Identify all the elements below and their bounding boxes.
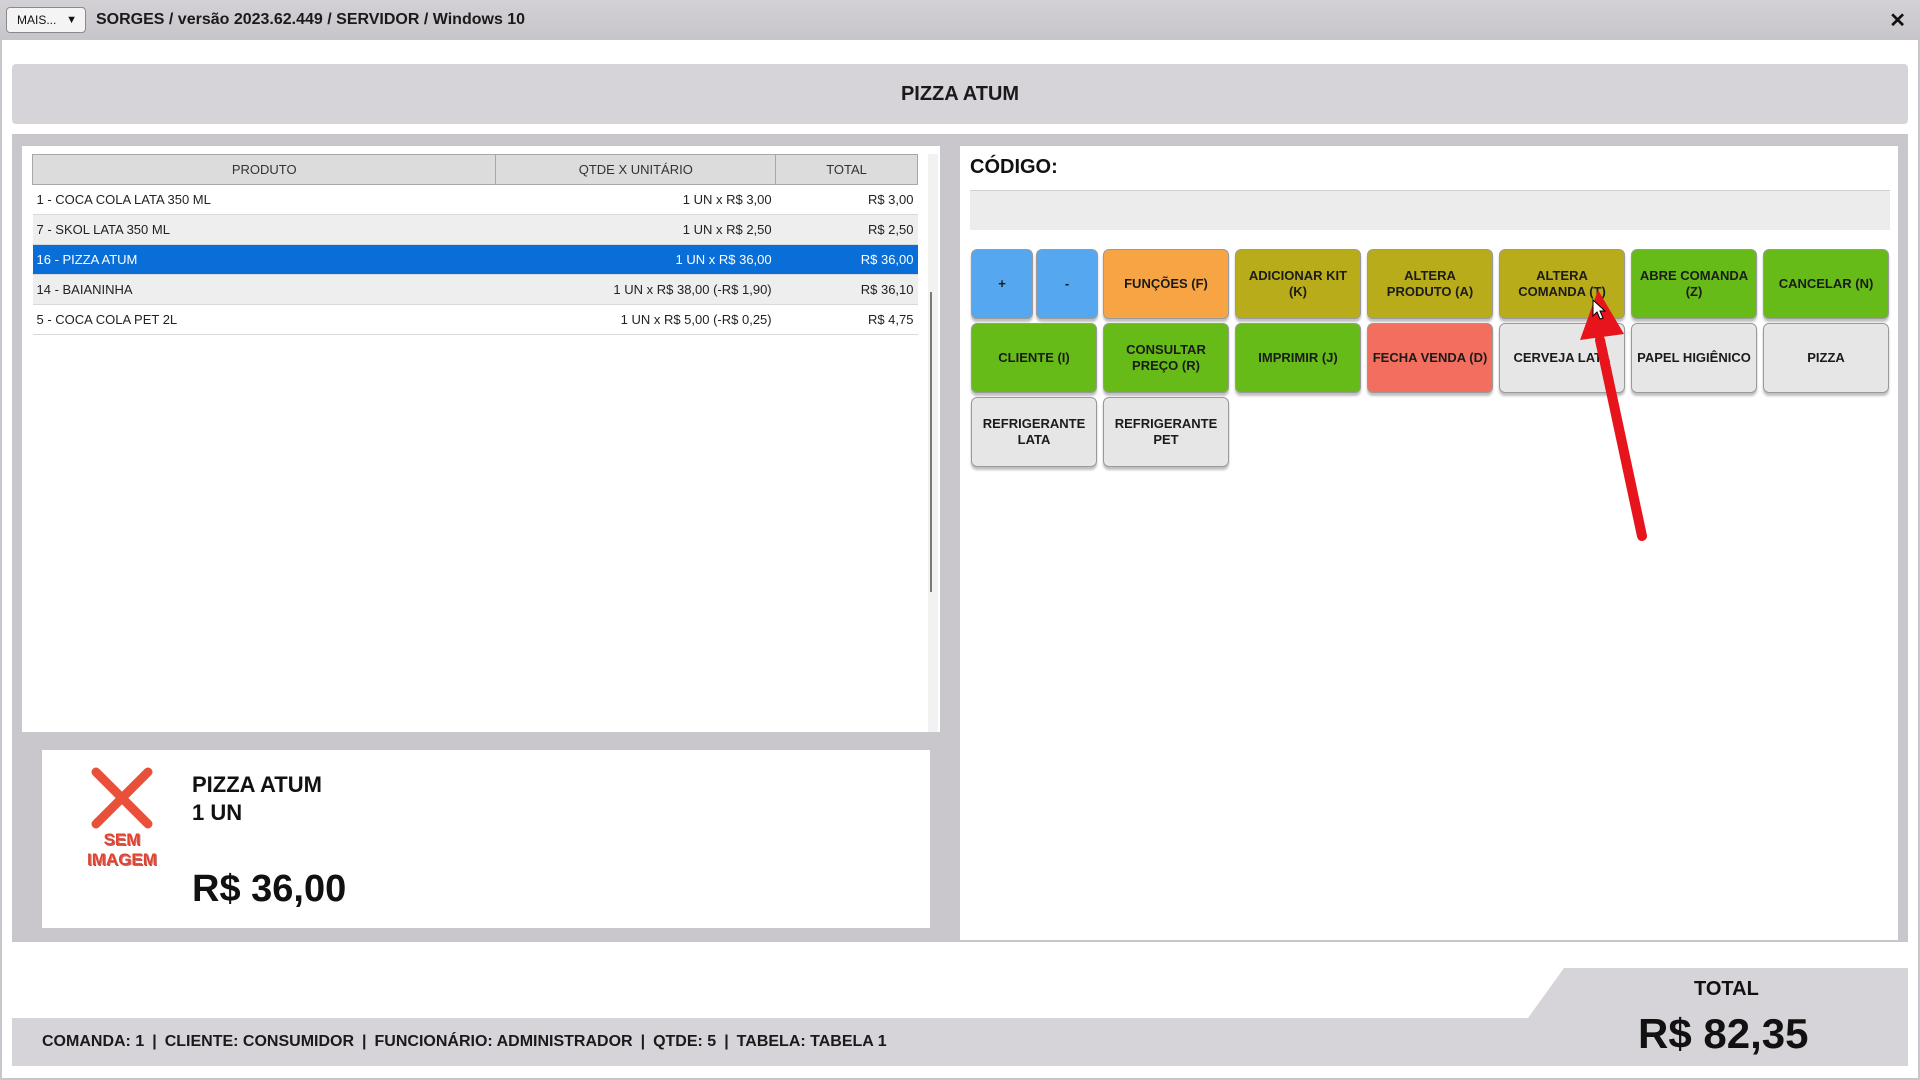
close-icon[interactable]: ✕	[1889, 8, 1906, 33]
product-info-box: SEM IMAGEM PIZZA ATUM 1 UN R$ 36,00	[32, 740, 940, 938]
column-header-total[interactable]: TOTAL	[775, 154, 918, 185]
cell-produto: 1 - COCA COLA LATA 350 ML	[32, 184, 496, 215]
cell-total: R$ 4,75	[775, 304, 918, 335]
column-header-produto[interactable]: PRODUTO	[31, 154, 497, 185]
codigo-label: CÓDIGO:	[970, 156, 1058, 178]
refrigerante-lata-button[interactable]: REFRIGERANTE LATA	[971, 397, 1097, 467]
scrollbar-thumb[interactable]	[930, 292, 932, 592]
fecha-venda-button[interactable]: FECHA VENDA (D)	[1367, 323, 1493, 393]
status-cliente: CLIENTE: CONSUMIDOR	[164, 1033, 355, 1050]
imprimir-button[interactable]: IMPRIMIR (J)	[1235, 323, 1361, 393]
cell-produto: 16 - PIZZA ATUM	[32, 244, 496, 275]
table-row[interactable]: 1 - COCA COLA LATA 350 ML 1 UN x R$ 3,00…	[32, 184, 918, 215]
status-separator: |	[640, 1033, 646, 1050]
status-funcionario: FUNCIONÁRIO: ADMINISTRADOR	[374, 1033, 633, 1050]
title-bar: MAIS... ▼ SORGES / versão 2023.62.449 / …	[0, 0, 1920, 40]
cell-qtde: 1 UN x R$ 5,00 (-R$ 0,25)	[495, 304, 776, 335]
pizza-button[interactable]: PIZZA	[1763, 323, 1889, 393]
current-product-header: PIZZA ATUM	[12, 64, 1908, 124]
status-comanda: COMANDA: 1	[42, 1033, 145, 1050]
consultar-preco-button[interactable]: CONSULTAR PREÇO (R)	[1103, 323, 1229, 393]
cell-produto: 5 - COCA COLA PET 2L	[32, 304, 496, 335]
info-product-price: R$ 36,00	[192, 868, 347, 910]
info-product-qty: 1 UN	[192, 800, 243, 825]
status-bar: COMANDA: 1 | CLIENTE: CONSUMIDOR | FUNCI…	[12, 1018, 1612, 1066]
no-image-placeholder: SEM IMAGEM	[72, 766, 172, 870]
cell-qtde: 1 UN x R$ 36,00	[495, 244, 776, 275]
cell-produto: 14 - BAIANINHA	[32, 274, 496, 305]
status-tabela: TABELA: TABELA 1	[736, 1033, 887, 1050]
cell-total: R$ 36,10	[775, 274, 918, 305]
mais-label: MAIS...	[17, 13, 57, 27]
adicionar-kit-button[interactable]: ADICIONAR KIT (K)	[1235, 249, 1361, 319]
cliente-button[interactable]: CLIENTE (I)	[971, 323, 1097, 393]
x-mark-icon	[91, 767, 153, 829]
cell-qtde: 1 UN x R$ 2,50	[495, 214, 776, 245]
product-info-inner: SEM IMAGEM PIZZA ATUM 1 UN R$ 36,00	[42, 750, 930, 928]
cell-total: R$ 2,50	[775, 214, 918, 245]
total-value: R$ 82,35	[1638, 1010, 1809, 1057]
status-separator: |	[362, 1033, 367, 1050]
cell-qtde: 1 UN x R$ 3,00	[495, 184, 776, 215]
items-table: PRODUTO QTDE X UNITÁRIO TOTAL 1 - COCA C…	[31, 154, 918, 335]
codigo-input[interactable]	[970, 190, 1890, 230]
cell-qtde: 1 UN x R$ 38,00 (-R$ 1,90)	[495, 274, 776, 305]
items-panel: PRODUTO QTDE X UNITÁRIO TOTAL 1 - COCA C…	[22, 146, 940, 732]
table-row-selected[interactable]: 16 - PIZZA ATUM 1 UN x R$ 36,00 R$ 36,00	[32, 244, 918, 275]
cell-total: R$ 36,00	[775, 244, 918, 275]
cell-produto: 7 - SKOL LATA 350 ML	[32, 214, 496, 245]
column-header-qtde[interactable]: QTDE X UNITÁRIO	[495, 154, 777, 185]
table-row[interactable]: 5 - COCA COLA PET 2L 1 UN x R$ 5,00 (-R$…	[32, 304, 918, 335]
window-title: SORGES / versão 2023.62.449 / SERVIDOR /…	[96, 11, 526, 28]
cell-total: R$ 3,00	[775, 184, 918, 215]
status-qtde: QTDE: 5	[653, 1033, 717, 1050]
no-image-text-1: SEM	[103, 830, 141, 849]
table-row[interactable]: 7 - SKOL LATA 350 ML 1 UN x R$ 2,50 R$ 2…	[32, 214, 918, 245]
chevron-down-icon: ▼	[66, 14, 77, 26]
cancelar-button[interactable]: CANCELAR (N)	[1763, 249, 1889, 319]
minus-button[interactable]: -	[1036, 249, 1098, 319]
status-separator: |	[152, 1033, 157, 1050]
total-label: TOTAL	[1694, 978, 1759, 1000]
no-image-text-2: IMAGEM	[87, 850, 157, 869]
refrigerante-pet-button[interactable]: REFRIGERANTE PET	[1103, 397, 1229, 467]
plus-button[interactable]: +	[971, 249, 1033, 319]
annotation-arrow-icon	[1580, 290, 1647, 541]
table-row[interactable]: 14 - BAIANINHA 1 UN x R$ 38,00 (-R$ 1,90…	[32, 274, 918, 305]
funcoes-button[interactable]: FUNÇÕES (F)	[1103, 249, 1229, 319]
mouse-cursor-icon	[1592, 299, 1606, 320]
altera-produto-button[interactable]: ALTERA PRODUTO (A)	[1367, 249, 1493, 319]
mais-dropdown-button[interactable]: MAIS... ▼	[6, 7, 86, 33]
status-separator: |	[724, 1033, 729, 1050]
info-product-name: PIZZA ATUM	[192, 772, 322, 797]
